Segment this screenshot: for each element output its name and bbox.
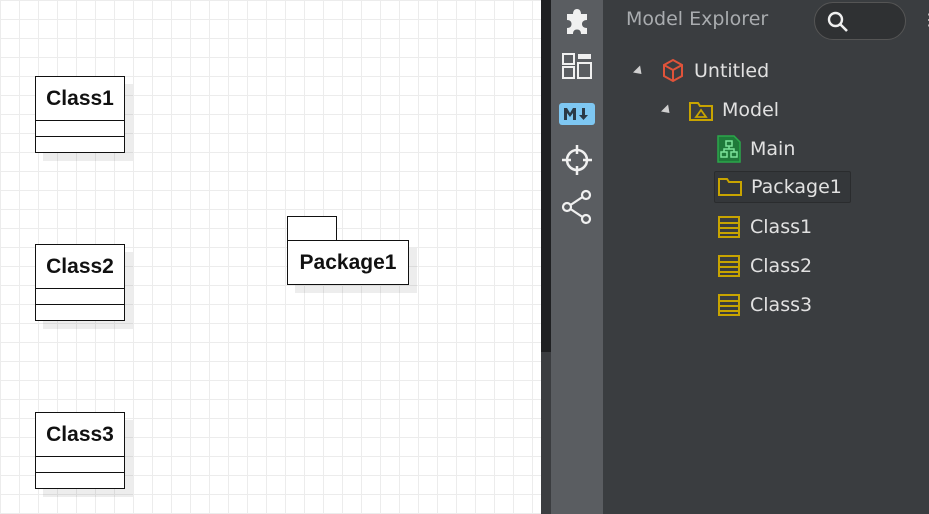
tool-sidebar: [551, 0, 603, 514]
attribute-compartment: [36, 457, 124, 473]
tree-item-package1[interactable]: Package1: [714, 171, 851, 203]
uml-class-class1[interactable]: Class1: [35, 76, 125, 153]
diagram-canvas[interactable]: Class1 Class2 Class3 Package1: [0, 0, 541, 514]
class-icon: [716, 214, 742, 240]
operation-compartment: [36, 137, 124, 152]
model-explorer-panel: Model Explorer ⋮ Untitled Model Main Pac…: [603, 0, 929, 514]
tree-node-label: Class3: [750, 294, 813, 316]
operation-compartment: [36, 473, 124, 488]
layout-panels-icon[interactable]: [559, 48, 595, 84]
operation-compartment: [36, 305, 124, 320]
class-name: Class1: [36, 77, 124, 121]
uml-package-package1[interactable]: Package1: [287, 216, 411, 288]
tree-node-label: Package1: [751, 176, 842, 198]
tree-node-project[interactable]: Untitled: [632, 56, 770, 86]
tree-node-model[interactable]: Model: [660, 95, 780, 125]
search-input[interactable]: [814, 2, 906, 40]
tree-item-class1[interactable]: Class1: [716, 212, 812, 242]
crosshair-icon[interactable]: [559, 142, 595, 178]
markdown-icon[interactable]: [559, 96, 595, 132]
tree-item-main[interactable]: Main: [716, 134, 795, 164]
panel-title: Model Explorer: [626, 8, 769, 30]
scrollbar-thumb[interactable]: [541, 0, 551, 352]
class-name: Class2: [36, 245, 124, 289]
panel-menu-icon[interactable]: ⋮: [921, 10, 929, 30]
tree-node-label: Main: [750, 138, 796, 160]
project-cube-icon: [660, 58, 686, 84]
search-icon: [827, 11, 848, 32]
attribute-compartment: [36, 289, 124, 305]
expand-arrow-icon[interactable]: [660, 103, 674, 117]
share-icon[interactable]: [559, 189, 595, 225]
package-tab: [287, 216, 337, 241]
class-diagram-icon: [716, 135, 742, 163]
tree-node-label: Model: [722, 99, 780, 121]
tree-item-class3[interactable]: Class3: [716, 290, 812, 320]
tree-item-class2[interactable]: Class2: [716, 251, 812, 281]
package-name: Package1: [287, 240, 409, 285]
package-folder-icon: [717, 174, 743, 200]
class-name: Class3: [36, 413, 124, 457]
canvas-scrollbar[interactable]: [541, 0, 551, 514]
attribute-compartment: [36, 121, 124, 137]
tree-node-label: Class2: [750, 255, 813, 277]
tree-node-label: Untitled: [694, 60, 770, 82]
uml-class-class2[interactable]: Class2: [35, 244, 125, 321]
tree-node-label: Class1: [750, 216, 813, 238]
extensions-icon[interactable]: [559, 2, 595, 38]
class-icon: [716, 253, 742, 279]
model-folder-icon: [688, 97, 714, 123]
uml-class-class3[interactable]: Class3: [35, 412, 125, 489]
class-icon: [716, 292, 742, 318]
expand-arrow-icon[interactable]: [632, 64, 646, 78]
